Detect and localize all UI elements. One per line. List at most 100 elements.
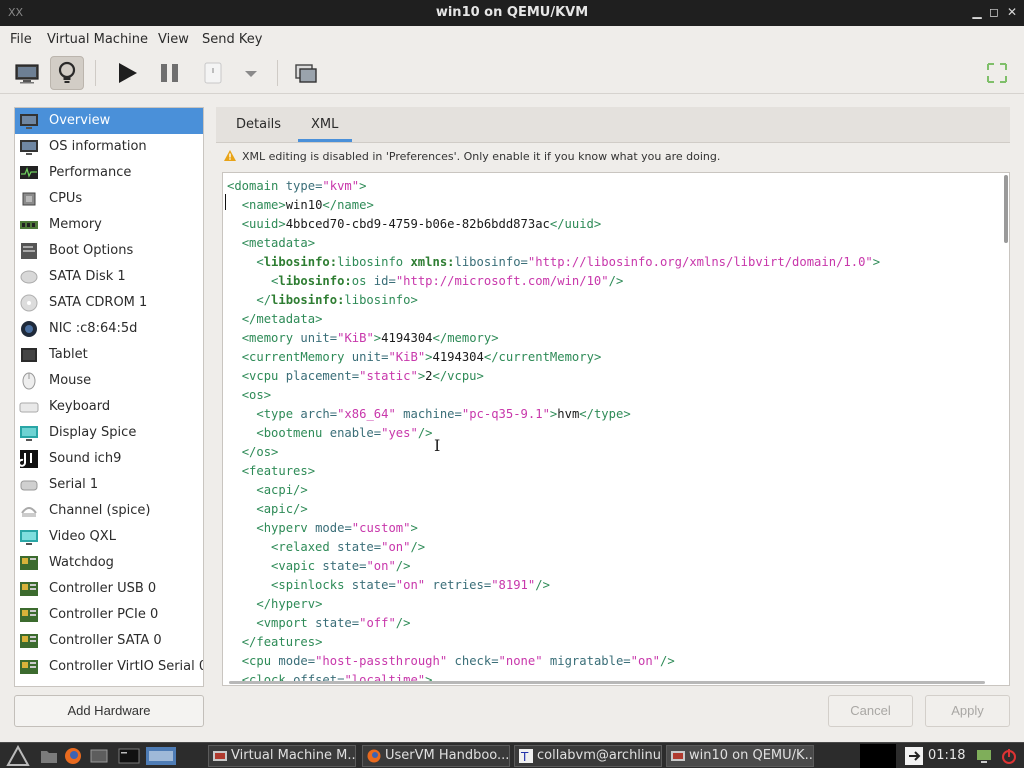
toolbar	[0, 52, 1024, 94]
sidebar-item-tablet[interactable]: Tablet	[15, 342, 203, 368]
mouse-icon	[22, 372, 36, 390]
run-button[interactable]	[110, 56, 144, 90]
firefox-icon[interactable]	[64, 747, 82, 765]
serial-icon	[20, 480, 38, 491]
disk-icon	[20, 270, 38, 284]
snapshots-button[interactable]	[289, 56, 323, 90]
fullscreen-button[interactable]	[980, 56, 1014, 90]
sidebar-item-label: Mouse	[49, 373, 92, 388]
virt-manager-launcher-icon[interactable]	[146, 747, 176, 765]
keyboard-icon	[19, 402, 39, 413]
sidebar-item-channel-spice[interactable]: Channel (spice)	[15, 498, 203, 524]
task-virtual-machine-manager[interactable]: Virtual Machine M...	[208, 745, 356, 767]
sidebar-item-nic-c8-64-5d[interactable]: NIC :c8:64:5d	[15, 316, 203, 342]
sidebar-item-label: Channel (spice)	[49, 503, 151, 518]
firefox-icon	[367, 749, 381, 763]
xml-line: <type arch="x86_64" machine="pc-q35-9.1"…	[256, 407, 631, 421]
tray-applet[interactable]	[860, 744, 896, 768]
tab-xml[interactable]: XML	[311, 117, 338, 132]
clock: 01:18	[928, 748, 966, 763]
sidebar-item-os-information[interactable]: OS information	[15, 134, 203, 160]
task-terminal[interactable]: T collabvm@archlinu...	[514, 745, 662, 767]
details-button[interactable]	[50, 56, 84, 90]
window-titlebar[interactable]: XX win10 on QEMU/KVM ▁ ◻ ✕	[0, 0, 1024, 26]
task-firefox[interactable]: UserVM Handboo...	[362, 745, 510, 767]
controller-icon	[20, 608, 38, 622]
virt-manager-icon	[213, 751, 227, 761]
terminal-icon[interactable]	[118, 747, 140, 765]
task-win10-console[interactable]: win10 on QEMU/K...	[666, 745, 814, 767]
text-caret	[225, 194, 226, 210]
chevron-down-icon	[245, 71, 257, 77]
sidebar-item-boot-options[interactable]: Boot Options	[15, 238, 203, 264]
sidebar-item-label: SATA Disk 1	[49, 269, 126, 284]
network-tray-icon[interactable]	[976, 747, 992, 765]
channel-icon	[21, 507, 37, 517]
sidebar-item-controller-usb-0[interactable]: Controller USB 0	[15, 576, 203, 602]
xml-line: <vcpu placement="static">2</vcpu>	[241, 369, 484, 383]
file-manager-icon[interactable]	[90, 747, 108, 765]
sidebar-item-sound-ich9[interactable]: Sound ich9	[15, 446, 203, 472]
apply-button[interactable]: Apply	[925, 695, 1010, 727]
xml-editor[interactable]: <domain type="kvm"> <name>win10</name> <…	[222, 172, 1010, 686]
menu-view[interactable]: View	[158, 32, 189, 47]
xml-line: <features>	[241, 464, 316, 478]
task-label: collabvm@archlinu...	[537, 748, 662, 763]
sidebar-item-watchdog[interactable]: Watchdog	[15, 550, 203, 576]
cancel-button[interactable]: Cancel	[828, 695, 913, 727]
sidebar-item-label: Sound ich9	[49, 451, 122, 466]
task-label: win10 on QEMU/K...	[689, 748, 814, 763]
xml-line: <currentMemory unit="KiB">4194304</curre…	[241, 350, 602, 364]
sidebar-item-performance[interactable]: Performance	[15, 160, 203, 186]
sidebar-item-controller-virtio-serial-0[interactable]: Controller VirtIO Serial 0	[15, 654, 203, 680]
xml-line: </os>	[241, 445, 279, 459]
close-button[interactable]: ✕	[1005, 5, 1019, 19]
sidebar-item-memory[interactable]: Memory	[15, 212, 203, 238]
sidebar-item-video-qxl[interactable]: Video QXL	[15, 524, 203, 550]
sidebar-item-label: Tablet	[49, 347, 88, 362]
menu-send-key[interactable]: Send Key	[202, 32, 262, 47]
sidebar-item-display-spice[interactable]: Display Spice	[15, 420, 203, 446]
sidebar-item-controller-pcie-0[interactable]: Controller PCIe 0	[15, 602, 203, 628]
monitor-icon	[20, 140, 38, 155]
console-button[interactable]	[10, 56, 44, 90]
sidebar-item-mouse[interactable]: Mouse	[15, 368, 203, 394]
power-tray-icon[interactable]	[1000, 747, 1018, 765]
add-hardware-button[interactable]: Add Hardware	[14, 695, 204, 727]
cpu-icon	[22, 192, 36, 206]
sidebar-item-cpus[interactable]: CPUs	[15, 186, 203, 212]
maximize-button[interactable]: ◻	[987, 5, 1001, 19]
logout-icon[interactable]	[904, 746, 924, 766]
folder-icon[interactable]	[40, 747, 58, 765]
shutdown-button[interactable]	[196, 56, 230, 90]
horizontal-scrollbar[interactable]	[229, 681, 985, 684]
sidebar-item-label: Video QXL	[49, 529, 116, 544]
sidebar-item-serial-1[interactable]: Serial 1	[15, 472, 203, 498]
hardware-list[interactable]: Overview OS information Performance CPUs Mem…	[14, 107, 204, 687]
sidebar-item-sata-cdrom-1[interactable]: SATA CDROM 1	[15, 290, 203, 316]
minimize-button[interactable]: ▁	[970, 5, 984, 19]
vertical-scrollbar[interactable]	[1004, 175, 1008, 243]
sidebar-item-label: Controller PCIe 0	[49, 607, 159, 622]
xml-line: <domain type="kvm">	[227, 179, 367, 193]
menu-file[interactable]: File	[10, 32, 32, 47]
shutdown-menu-button[interactable]	[236, 56, 266, 90]
toolbar-separator	[277, 60, 278, 86]
sidebar-item-controller-sata-0[interactable]: Controller SATA 0	[15, 628, 203, 654]
sidebar-item-keyboard[interactable]: Keyboard	[15, 394, 203, 420]
sidebar-item-overview[interactable]: Overview	[15, 108, 203, 134]
virt-manager-icon	[671, 751, 685, 761]
fullscreen-icon	[987, 63, 1007, 83]
arch-menu-icon[interactable]	[4, 745, 32, 767]
sidebar-item-sata-disk-1[interactable]: SATA Disk 1	[15, 264, 203, 290]
sidebar-item-label: Controller USB 0	[49, 581, 157, 596]
menu-bar: File Virtual Machine View Send Key	[0, 26, 1024, 52]
xml-line: <memory unit="KiB">4194304</memory>	[241, 331, 499, 345]
pause-icon	[161, 64, 178, 82]
pause-button[interactable]	[153, 56, 187, 90]
xml-line: <uuid>4bbced70-cbd9-4759-b06e-82b6bdd873…	[241, 217, 602, 231]
tab-details[interactable]: Details	[236, 117, 281, 132]
power-icon	[204, 62, 222, 84]
menu-virtual-machine[interactable]: Virtual Machine	[47, 32, 148, 47]
sidebar-item-label: Display Spice	[49, 425, 137, 440]
